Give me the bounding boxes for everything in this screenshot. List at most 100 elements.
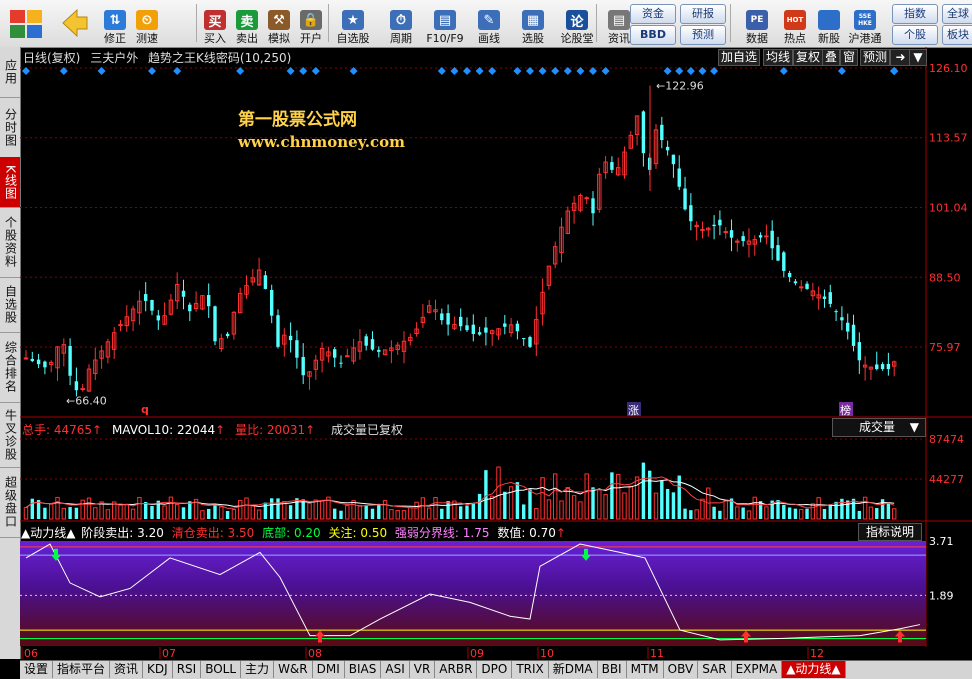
kline-chart[interactable]: 126.10 113.57 101.04 88.50 75.97 ←122.96 ←66.4… bbox=[20, 47, 972, 660]
left-tab-1[interactable]: 分时图 bbox=[0, 97, 20, 158]
power-axis-label: 1.89 bbox=[929, 589, 954, 602]
low-price-label: ←66.40 bbox=[66, 394, 107, 407]
banku-button[interactable]: 板块 bbox=[942, 25, 972, 45]
volume-bar bbox=[137, 496, 142, 520]
candle-body bbox=[729, 230, 734, 238]
candle-body bbox=[840, 317, 844, 321]
buy-button[interactable]: 买买入 bbox=[200, 3, 230, 45]
sse-hke-button[interactable]: SSE HKE 沪港通 bbox=[844, 3, 886, 45]
clock-button[interactable]: ⏱ 周期 bbox=[380, 3, 422, 45]
sell-button[interactable]: 卖卖出 bbox=[232, 3, 262, 45]
arrows-updown-button[interactable]: ⇅ 修正 bbox=[100, 3, 130, 45]
volume-bar bbox=[459, 506, 463, 519]
volume-bar bbox=[528, 489, 532, 519]
candle-body bbox=[712, 224, 716, 227]
bottom-tab-13[interactable]: DPO bbox=[477, 661, 513, 678]
left-tab-0[interactable]: 应用 bbox=[0, 47, 20, 98]
bottom-tab-3[interactable]: KDJ bbox=[143, 661, 173, 678]
bottom-tab-17[interactable]: MTM bbox=[627, 661, 664, 678]
volume-selector[interactable]: 成交量 ▼ bbox=[832, 418, 926, 437]
back-arrow-icon[interactable] bbox=[60, 6, 90, 40]
lock-button[interactable]: 🔒 开户 bbox=[296, 3, 326, 45]
yuce-button[interactable]: 预测 bbox=[680, 25, 726, 45]
signal-diamond bbox=[97, 67, 106, 75]
left-tab-6[interactable]: 牛叉诊股 bbox=[0, 402, 20, 468]
gegu-button[interactable]: 个股 bbox=[892, 25, 938, 45]
header-button-5[interactable]: 预测 bbox=[860, 49, 891, 66]
volume-bar bbox=[694, 509, 699, 520]
hammer-button[interactable]: ⚒ 模拟 bbox=[264, 3, 294, 45]
left-tab-2[interactable]: K线图 bbox=[0, 157, 20, 208]
header-button-3[interactable]: 叠 bbox=[822, 49, 841, 66]
bottom-tab-16[interactable]: BBI bbox=[598, 661, 627, 678]
bottom-tab-15[interactable]: 新DMA bbox=[549, 661, 598, 678]
left-tab-5[interactable]: 综合排名 bbox=[0, 332, 20, 403]
left-tab-3[interactable]: 个股资料 bbox=[0, 207, 20, 278]
bottom-tab-1[interactable]: 指标平台 bbox=[53, 661, 111, 678]
bottom-tab-14[interactable]: TRIX bbox=[512, 661, 549, 678]
candle-body bbox=[718, 219, 722, 226]
bottom-tab-12[interactable]: ARBR bbox=[435, 661, 478, 678]
bottom-tab-11[interactable]: VR bbox=[410, 661, 436, 678]
pencil-button[interactable]: ✎ 画线 bbox=[468, 3, 510, 45]
candle-body bbox=[846, 322, 850, 332]
left-tab-4[interactable]: 自选股 bbox=[0, 277, 20, 333]
watermark-url: www.chnmoney.com bbox=[238, 133, 405, 151]
price-axis-label: 113.57 bbox=[929, 132, 968, 145]
header-button-1[interactable]: 均线 bbox=[763, 49, 794, 66]
power-s5: 强弱分界线: 1.75 bbox=[394, 526, 490, 540]
app-logo-icon[interactable] bbox=[8, 8, 44, 40]
volume-bar bbox=[857, 510, 862, 519]
bottom-tab-20[interactable]: EXPMA bbox=[732, 661, 783, 678]
toolbar-label: 修正 bbox=[104, 32, 126, 45]
volume-bar bbox=[295, 498, 299, 519]
speed-button[interactable]: ⏲ 测速 bbox=[132, 3, 162, 45]
bottom-tab-7[interactable]: W&R bbox=[274, 661, 313, 678]
chart-canvas[interactable]: 126.10 113.57 101.04 88.50 75.97 ←122.96 ←66.4… bbox=[20, 47, 972, 660]
candle-body bbox=[446, 313, 450, 325]
volume-bar bbox=[181, 507, 186, 519]
bottom-tab-21[interactable]: ▲动力线▲ bbox=[782, 661, 846, 678]
bottom-tab-5[interactable]: BOLL bbox=[201, 661, 242, 678]
quanqiu-button[interactable]: 全球 bbox=[942, 4, 972, 24]
bottom-tab-19[interactable]: SAR bbox=[698, 661, 732, 678]
candle-body bbox=[689, 205, 693, 222]
screen-button[interactable]: ▦ 选股 bbox=[512, 3, 554, 45]
bottom-tab-9[interactable]: BIAS bbox=[345, 661, 382, 678]
bottom-tab-18[interactable]: OBV bbox=[664, 661, 699, 678]
candle-body bbox=[851, 324, 856, 346]
indicator-help-button[interactable]: 指标说明 bbox=[858, 523, 922, 541]
candle-body bbox=[787, 272, 792, 278]
candle-body bbox=[591, 198, 595, 214]
pe-button[interactable]: PE 数据 bbox=[736, 3, 778, 45]
f10-button[interactable]: ▤ F10/F9 bbox=[424, 3, 466, 45]
left-tab-7[interactable]: 超级盘口 bbox=[0, 467, 20, 538]
yanbao-button[interactable]: 研报 bbox=[680, 4, 726, 24]
header-button-4[interactable]: 窗 bbox=[840, 49, 859, 66]
volume-bar bbox=[584, 473, 589, 520]
candle-body bbox=[345, 355, 350, 358]
volume-bar bbox=[746, 510, 752, 520]
header-button-2[interactable]: 复权 bbox=[793, 49, 824, 66]
expand-icon[interactable]: ➜ bbox=[890, 49, 911, 66]
bottom-tab-0[interactable]: 设置 bbox=[20, 661, 54, 678]
power-name[interactable]: ▲动力线▲ bbox=[21, 526, 75, 540]
header-button-0[interactable]: 加自选 bbox=[718, 49, 761, 66]
discuss-button[interactable]: 论论股堂 bbox=[556, 3, 598, 45]
pe-icon: PE bbox=[746, 10, 768, 30]
bottom-tab-8[interactable]: DMI bbox=[313, 661, 345, 678]
zhishu-button[interactable]: 指数 bbox=[892, 4, 938, 24]
toolbar-label: 热点 bbox=[784, 32, 806, 45]
chevron-down-icon[interactable]: ▼ bbox=[909, 49, 927, 66]
volume-bar bbox=[370, 508, 375, 519]
volume-bar bbox=[735, 506, 740, 520]
bottom-tab-4[interactable]: RSI bbox=[173, 661, 202, 678]
bottom-tab-2[interactable]: 资讯 bbox=[110, 661, 144, 678]
bottom-tab-6[interactable]: 主力 bbox=[241, 661, 275, 678]
news-button[interactable]: ▤ 资讯 bbox=[598, 3, 640, 45]
star-folder-button[interactable]: ★ 自选股 bbox=[332, 3, 374, 45]
period-label[interactable]: 日线(复权) bbox=[23, 51, 80, 65]
indicator-name[interactable]: 趋势之王K线密码(10,250) bbox=[148, 51, 291, 65]
candle-body bbox=[875, 364, 879, 370]
bottom-tab-10[interactable]: ASI bbox=[381, 661, 410, 678]
